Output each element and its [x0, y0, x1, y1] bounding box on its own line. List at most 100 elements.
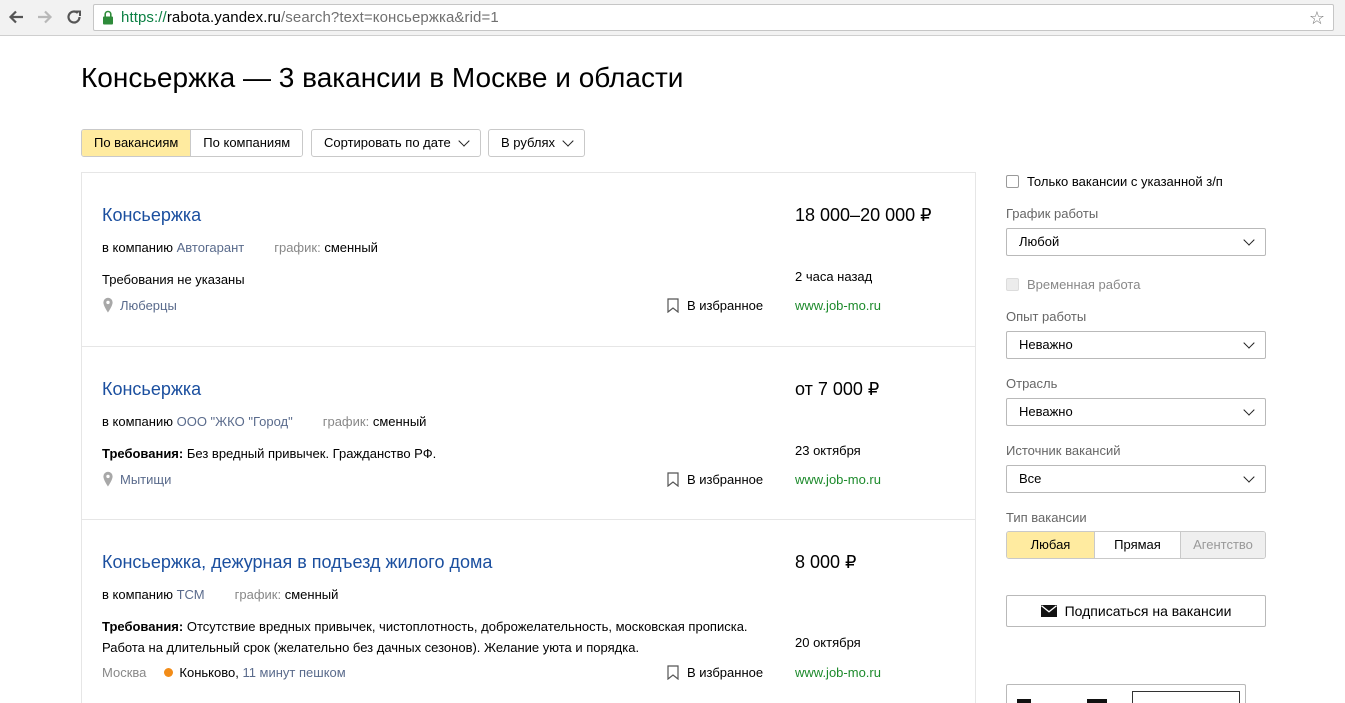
vacancy-meta: в компанию ООО "ЖКО "Город" график: сменн…	[102, 414, 426, 429]
bookmark-star-icon[interactable]: ☆	[1309, 8, 1325, 29]
tab-by-vacancies[interactable]: По вакансиям	[82, 130, 191, 156]
schedule-select-value: Любой	[1019, 234, 1060, 249]
vacancy-type-direct[interactable]: Прямая	[1094, 532, 1180, 558]
schedule-filter-label: График работы	[1006, 206, 1099, 221]
chevron-down-icon	[562, 135, 574, 147]
temporary-work-label: Временная работа	[1027, 277, 1141, 292]
widget-logo-fragment	[1017, 699, 1107, 703]
vacancy-card: Консьержка, дежурная в подъезд жилого до…	[82, 519, 975, 692]
schedule-value: сменный	[324, 240, 378, 255]
schedule-value: сменный	[284, 587, 339, 602]
requirements-text: Без вредный привычек. Гражданство РФ.	[186, 446, 437, 461]
page-title: Консьержка — 3 вакансии в Москве и облас…	[81, 62, 684, 93]
schedule-select[interactable]: Любой	[1006, 228, 1266, 256]
industry-filter-label: Отрасль	[1006, 376, 1058, 391]
experience-select[interactable]: Неважно	[1006, 331, 1266, 359]
location-label: Люберцы	[120, 297, 177, 313]
map-pin-icon	[103, 471, 113, 487]
vacancy-salary: 18 000–20 000 ₽	[795, 205, 932, 225]
source-filter-label: Источник вакансий	[1006, 443, 1121, 458]
vacancy-date: 2 часа назад	[795, 269, 873, 284]
favorite-label: В избранное	[687, 472, 764, 487]
walk-time: 11 минут пешком	[242, 665, 346, 680]
subscribe-button[interactable]: Подписаться на вакансии	[1006, 595, 1266, 627]
map-pin-icon	[103, 297, 113, 313]
vacancy-salary: от 7 000 ₽	[795, 379, 880, 399]
vacancy-location[interactable]: Мытищи	[102, 471, 171, 487]
tab-by-companies[interactable]: По компаниям	[190, 130, 303, 156]
salary-only-checkbox-row[interactable]: Только вакансии с указанной з/п	[1006, 174, 1223, 189]
vacancy-title[interactable]: Консьержка	[102, 205, 201, 226]
vacancy-date: 20 октября	[795, 635, 861, 650]
bookmark-icon	[667, 472, 679, 487]
industry-select-value: Неважно	[1019, 404, 1073, 419]
vacancy-type-switch: Любая Прямая Агентство	[1006, 531, 1266, 559]
vacancy-salary: 8 000 ₽	[795, 552, 857, 572]
vacancy-meta: в компанию ТСМ график: сменный	[102, 587, 338, 602]
company-link[interactable]: ТСМ	[177, 587, 205, 602]
favorite-label: В избранное	[687, 665, 764, 680]
reload-icon[interactable]	[63, 6, 85, 28]
vacancy-card: Консьержка 18 000–20 000 ₽ в компанию Ав…	[82, 173, 975, 346]
industry-select[interactable]: Неважно	[1006, 398, 1266, 426]
sort-dropdown[interactable]: Сортировать по дате	[311, 129, 481, 157]
schedule-value: сменный	[372, 414, 427, 429]
sort-label: Сортировать по дате	[324, 135, 451, 150]
vacancy-requirements: Требования не указаны	[102, 272, 245, 287]
chevron-down-icon	[1243, 471, 1255, 483]
company-prefix: в компанию	[102, 240, 173, 255]
subscribe-label: Подписаться на вакансии	[1064, 603, 1232, 619]
bookmark-icon	[667, 665, 679, 680]
vacancy-source-link[interactable]: www.job-mo.ru	[795, 472, 881, 487]
salary-only-label: Только вакансии с указанной з/п	[1027, 174, 1223, 189]
requirements-label: Требования:	[102, 446, 184, 461]
temporary-work-checkbox-row[interactable]: Временная работа	[1006, 277, 1140, 292]
vacancy-meta: в компанию Автогарант график: сменный	[102, 240, 378, 255]
schedule-label: график:	[234, 587, 282, 602]
vacancy-list: Консьержка 18 000–20 000 ₽ в компанию Ав…	[81, 172, 976, 703]
view-tabs: По вакансиям По компаниям	[81, 129, 304, 157]
city-label[interactable]: Москва	[102, 665, 146, 680]
vacancy-type-any[interactable]: Любая	[1007, 532, 1094, 558]
company-prefix: в компанию	[102, 587, 173, 602]
company-link[interactable]: ООО "ЖКО "Город"	[177, 414, 293, 429]
salary-only-checkbox[interactable]	[1006, 175, 1019, 188]
vacancy-requirements: Требования: Отсутствие вредных привычек,…	[102, 616, 762, 658]
vacancy-source-link[interactable]: www.job-mo.ru	[795, 665, 881, 680]
widget-inner-box	[1132, 691, 1240, 703]
back-arrow-icon[interactable]	[5, 6, 27, 28]
chevron-down-icon	[1243, 404, 1255, 416]
vacancy-source-link[interactable]: www.job-mo.ru	[795, 298, 881, 313]
vacancy-card: Консьержка от 7 000 ₽ в компанию ООО "ЖК…	[82, 346, 975, 519]
schedule-label: график:	[274, 240, 321, 255]
bookmark-icon	[667, 298, 679, 313]
requirements-text: Отсутствие вредных привычек, чистоплотно…	[102, 619, 748, 655]
vacancy-title[interactable]: Консьержка	[102, 379, 201, 400]
vacancy-title[interactable]: Консьержка, дежурная в подъезд жилого до…	[102, 552, 492, 573]
add-to-favorites-button[interactable]: В избранное	[667, 298, 763, 313]
experience-filter-label: Опыт работы	[1006, 309, 1087, 324]
chevron-down-icon	[1243, 337, 1255, 349]
currency-dropdown[interactable]: В рублях	[488, 129, 585, 157]
forward-arrow-icon[interactable]	[34, 6, 56, 28]
vacancy-location[interactable]: Люберцы	[102, 297, 177, 313]
currency-label: В рублях	[501, 135, 555, 150]
vacancy-location: Москва Коньково, 11 минут пешком	[102, 665, 346, 680]
vacancy-type-agency[interactable]: Агентство	[1180, 532, 1265, 558]
chevron-down-icon	[458, 135, 470, 147]
add-to-favorites-button[interactable]: В избранное	[667, 472, 763, 487]
add-to-favorites-button[interactable]: В избранное	[667, 665, 763, 680]
company-link[interactable]: Автогарант	[177, 240, 245, 255]
browser-toolbar: https://rabota.yandex.ru/search?text=кон…	[0, 0, 1345, 36]
envelope-icon	[1040, 605, 1057, 617]
chevron-down-icon	[1243, 234, 1255, 246]
favorite-label: В избранное	[687, 298, 764, 313]
metro-station[interactable]: Коньково,	[179, 665, 238, 680]
metro-station-icon	[164, 668, 174, 677]
source-select-value: Все	[1019, 471, 1042, 486]
lock-icon	[101, 10, 115, 26]
url-text: https://rabota.yandex.ru/search?text=кон…	[121, 9, 499, 26]
address-bar[interactable]: https://rabota.yandex.ru/search?text=кон…	[93, 4, 1334, 31]
temporary-work-checkbox[interactable]	[1006, 278, 1019, 291]
source-select[interactable]: Все	[1006, 465, 1266, 493]
